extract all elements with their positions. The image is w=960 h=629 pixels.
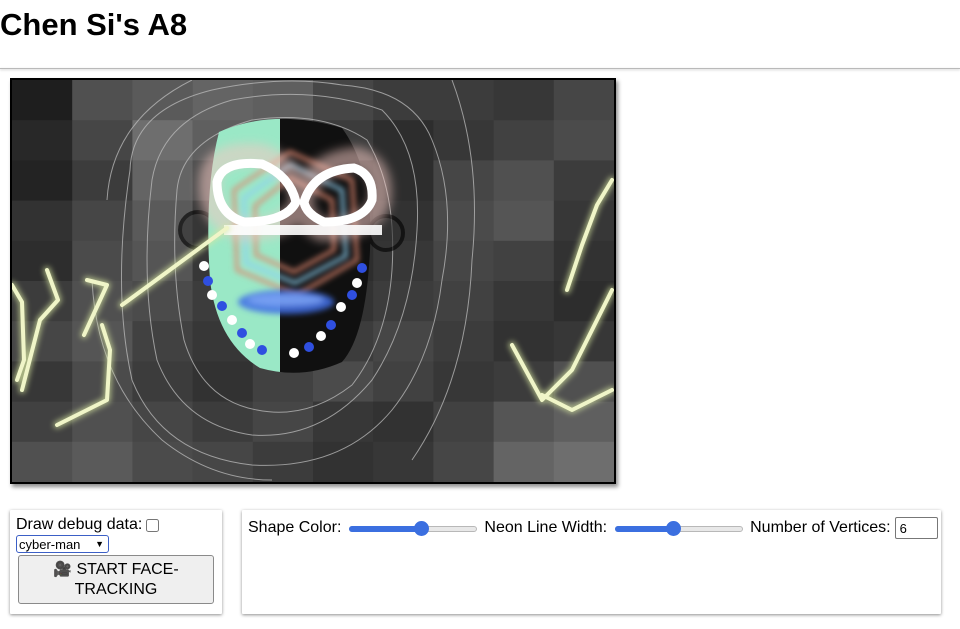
pixel-block (72, 80, 133, 121)
jaw-dot (257, 345, 267, 355)
pixel-block (493, 441, 555, 482)
slider-thumb[interactable] (665, 521, 681, 536)
pixel-block (12, 441, 73, 482)
pixel-block (12, 240, 73, 282)
pixel-block (433, 281, 494, 322)
pixel-block (72, 361, 133, 402)
pixel-block (72, 401, 133, 443)
pixel-block (433, 401, 494, 443)
pixel-block (433, 120, 494, 161)
settings-panel: Shape Color: Neon Line Width: Number of … (242, 510, 941, 614)
pixel-block (192, 361, 254, 402)
neon-line-width-slider[interactable] (615, 520, 744, 536)
pixel-block (373, 401, 434, 443)
jaw-dot (203, 276, 213, 286)
pixel-block (132, 401, 193, 443)
slider-fill (615, 526, 673, 532)
debug-checkbox[interactable] (146, 518, 160, 532)
vertices-input[interactable]: 6 (894, 517, 938, 539)
face-tracking-canvas[interactable] (10, 78, 616, 484)
pixel-block (72, 160, 133, 201)
slider-thumb[interactable] (414, 521, 430, 536)
pixel-block (192, 80, 254, 121)
pixel-block (72, 240, 133, 282)
pixel-block (12, 80, 73, 121)
pixel-block (493, 281, 555, 322)
pixel-block (433, 200, 494, 242)
pixel-block (433, 361, 494, 402)
video-camera-icon: 🎥 (53, 561, 72, 578)
pixel-block (72, 441, 133, 482)
jaw-dot (352, 278, 362, 288)
pixel-block (493, 321, 555, 362)
pixel-block (373, 441, 434, 482)
mode-select-value: cyber-man (19, 536, 81, 552)
pixel-block (493, 200, 555, 242)
pixel-block (373, 321, 434, 362)
pixel-block (12, 200, 73, 242)
pixel-block (493, 160, 555, 201)
pixel-block (252, 80, 314, 121)
jaw-dot (316, 331, 326, 341)
pixel-block (132, 441, 193, 482)
header-divider (0, 68, 960, 69)
pixel-block (132, 321, 193, 362)
settings-row: Shape Color: Neon Line Width: Number of … (248, 516, 938, 540)
shape-color-label: Shape Color: (248, 519, 342, 536)
left-control-panel: Draw debug data: cyber-man ▼ 🎥 START FAC… (10, 510, 222, 614)
pixel-block (433, 80, 494, 121)
neon-line-width-label: Neon Line Width: (484, 519, 608, 536)
pixel-block (132, 80, 193, 121)
jaw-dot (347, 290, 357, 300)
mode-select[interactable]: cyber-man ▼ (16, 535, 109, 553)
pixel-block (433, 160, 494, 201)
pixel-block (192, 401, 254, 443)
pixel-block (373, 80, 434, 121)
pixel-block (553, 441, 614, 482)
pixel-block (12, 120, 73, 161)
jaw-dot (357, 263, 367, 273)
jaw-dot (207, 290, 217, 300)
pixel-block (12, 160, 73, 201)
pixel-block (373, 281, 434, 322)
jaw-dot (326, 320, 336, 330)
pixel-block (252, 401, 314, 443)
jaw-dot (289, 348, 299, 358)
pixel-block (553, 120, 614, 161)
jaw-dot (217, 301, 227, 311)
pixel-block (493, 401, 555, 443)
chevron-down-icon: ▼ (95, 539, 104, 549)
jaw-dot (304, 342, 314, 352)
debug-row: Draw debug data: (16, 516, 160, 534)
pixel-block (313, 80, 374, 121)
pixel-block (132, 120, 193, 161)
pixel-block (132, 361, 193, 402)
slider-fill (349, 526, 422, 532)
shape-color-slider[interactable] (349, 520, 478, 536)
pixel-block (373, 361, 434, 402)
vertices-label: Number of Vertices: (750, 519, 891, 536)
jaw-dot (199, 261, 209, 271)
pixel-block (493, 120, 555, 161)
pixel-block (553, 80, 614, 121)
mouth-shape (238, 290, 334, 314)
jaw-dot (237, 328, 247, 338)
pixel-block (433, 441, 494, 482)
start-button-label: START FACE-TRACKING (74, 561, 179, 598)
jaw-dot (227, 315, 237, 325)
start-face-tracking-button[interactable]: 🎥 START FACE-TRACKING (18, 555, 214, 604)
pixel-block (192, 441, 254, 482)
pixel-block (313, 441, 374, 482)
jaw-dot (336, 302, 346, 312)
page-title: Chen Si's A8 (0, 7, 188, 42)
debug-label: Draw debug data: (16, 516, 143, 533)
pixel-block (493, 80, 555, 121)
jaw-dot (245, 339, 255, 349)
pixel-block (493, 240, 555, 282)
pixel-block (433, 321, 494, 362)
